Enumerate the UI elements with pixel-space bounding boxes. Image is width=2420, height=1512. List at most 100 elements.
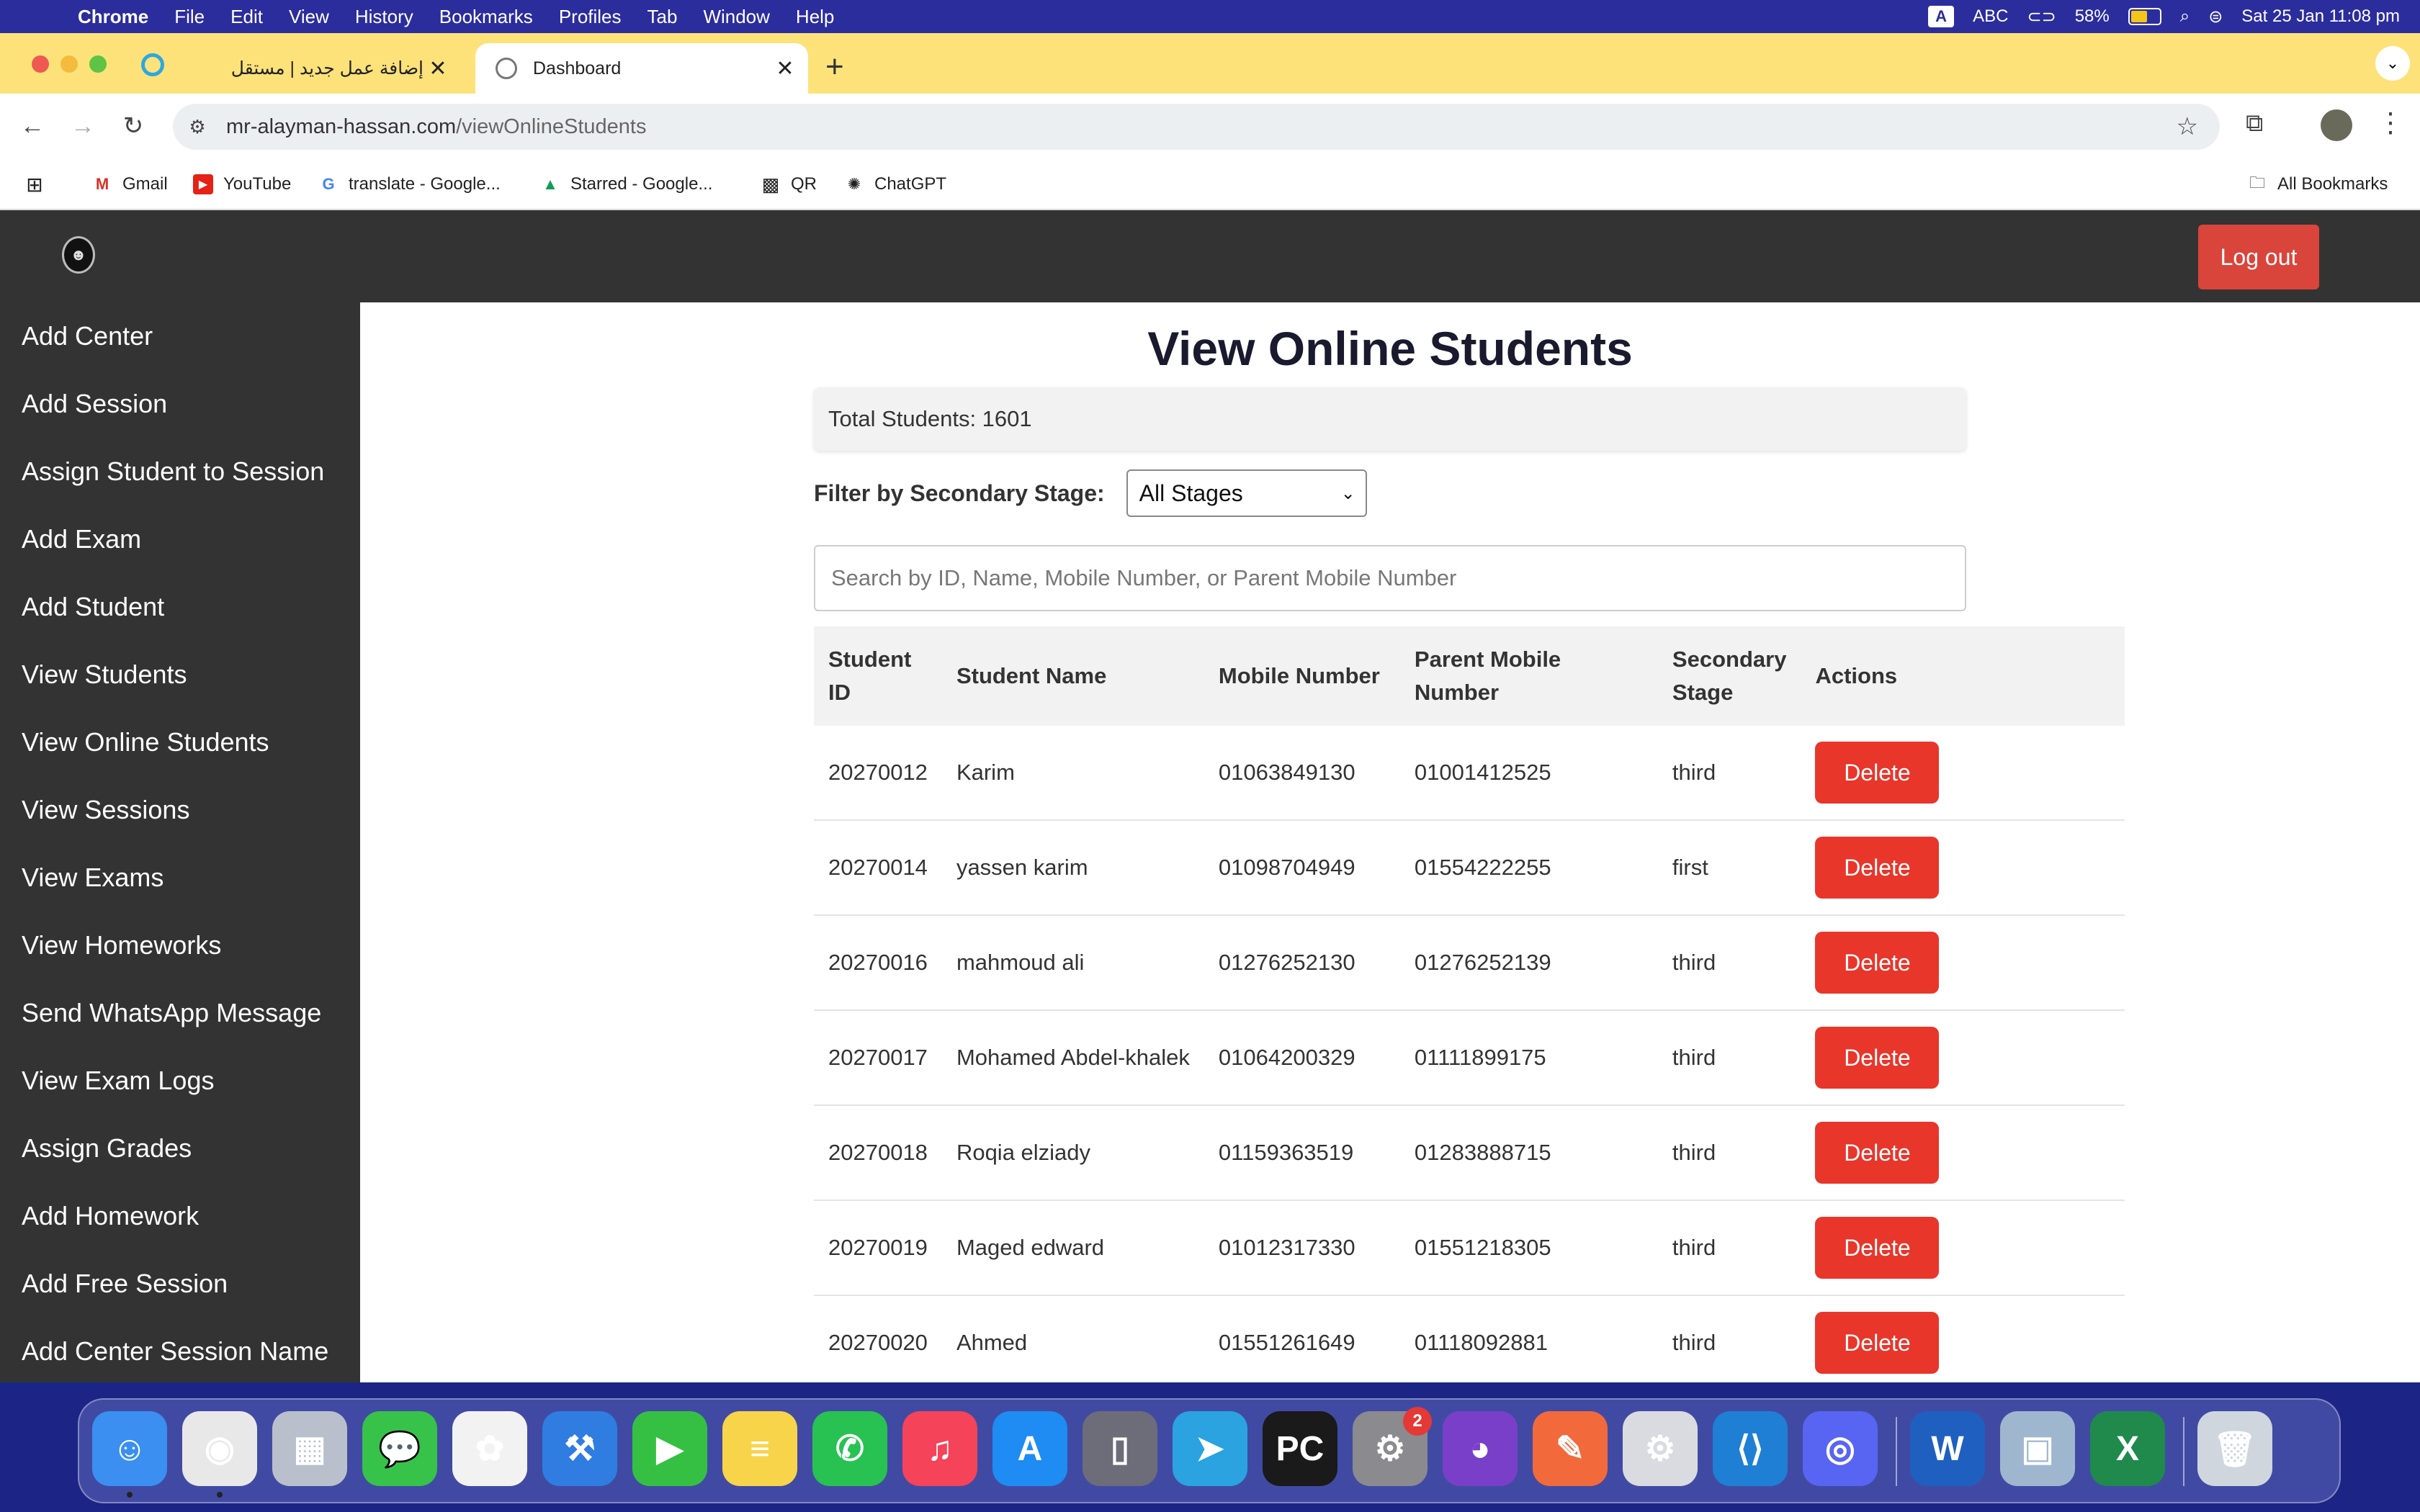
back-icon[interactable]: ← [14,108,50,144]
delete-button[interactable]: Delete [1815,837,1940,899]
sidebar-item-add-homework[interactable]: Add Homework [0,1182,360,1250]
menu-history[interactable]: History [355,6,413,28]
sidebar-item-add-exam[interactable]: Add Exam [0,505,360,573]
sidebar-item-view-sessions[interactable]: View Sessions [0,776,360,844]
delete-button[interactable]: Delete [1815,1217,1940,1279]
menu-app-name[interactable]: Chrome [78,6,148,28]
excel-icon[interactable]: X [2090,1411,2165,1486]
reload-icon[interactable]: ↻ [115,108,151,144]
delete-button[interactable]: Delete [1815,742,1940,804]
bookmark-youtube[interactable]: ▶ YouTube [193,160,291,209]
chrome-icon[interactable]: ◉ [182,1411,257,1486]
sidebar-item-view-exams[interactable]: View Exams [0,844,360,912]
chatgpt-icon: ✺ [847,175,861,193]
menu-bookmarks[interactable]: Bookmarks [439,6,533,28]
preview-icon[interactable]: ▣ [2000,1411,2075,1486]
chrome-menu-icon[interactable]: ⋮ [2377,107,2404,139]
simulator-icon[interactable]: ▯ [1083,1411,1157,1486]
bookmark-qr[interactable]: ▩ QR [761,160,817,209]
facetime-icon[interactable]: ▶ [632,1411,707,1486]
window-close-button[interactable] [32,55,49,73]
input-source-badge[interactable]: A [1928,6,1955,27]
search-input[interactable] [814,545,1966,611]
finder-icon[interactable]: ☺ [92,1411,167,1486]
chevron-down-icon: ⌄ [1340,483,1355,503]
site-logo[interactable]: ☻ [62,236,95,274]
sidebar-item-view-homeworks[interactable]: View Homeworks [0,912,360,979]
menu-file[interactable]: File [174,6,205,28]
sidebar-item-send-whatsapp-message[interactable]: Send WhatsApp Message [0,979,360,1047]
launchpad-icon[interactable]: ▦ [272,1411,347,1486]
address-bar[interactable]: ⚙ mr-alayman-hassan.com/viewOnlineStuden… [173,104,2220,150]
sidebar-item-assign-grades[interactable]: Assign Grades [0,1115,360,1182]
xcode-icon[interactable]: ⚒ [542,1411,617,1486]
pycharm-icon[interactable]: PC [1263,1411,1337,1486]
forward-icon[interactable]: → [65,108,101,144]
table-row: 20270016 mahmoud ali 01276252130 0127625213… [814,915,2125,1011]
control-center-icon[interactable]: ⊜ [2208,6,2223,27]
close-tab-icon[interactable]: ✕ [424,56,452,81]
utility-settings-icon[interactable]: ⚙ [1623,1411,1698,1486]
delete-button[interactable]: Delete [1815,1312,1940,1374]
menu-window[interactable]: Window [703,6,769,28]
page-title: View Online Students [1147,322,1633,375]
extensions-icon[interactable]: ⧉ [2246,109,2263,138]
menu-tab[interactable]: Tab [647,6,678,28]
sidebar-item-add-student[interactable]: Add Student [0,573,360,641]
word-icon[interactable]: W [1910,1411,1985,1486]
github-desktop-icon[interactable]: ◕ [1443,1411,1518,1486]
menu-edit[interactable]: Edit [230,6,263,28]
sidebar-item-add-session[interactable]: Add Session [0,370,360,438]
menu-help[interactable]: Help [796,6,834,28]
screen-mirroring-icon[interactable]: ⊂⊃ [2027,6,2056,27]
photos-icon[interactable]: ✿ [452,1411,527,1486]
menu-view[interactable]: View [289,6,329,28]
sidebar-item-assign-student-to-session[interactable]: Assign Student to Session [0,438,360,505]
tab-mostaql[interactable]: إضافة عمل جديد | مستقل ✕ [137,43,461,94]
apple-icon[interactable] [27,4,49,29]
new-tab-icon[interactable]: + [825,49,844,85]
delete-button[interactable]: Delete [1815,1027,1940,1089]
sidebar-item-view-exam-logs[interactable]: View Exam Logs [0,1047,360,1115]
delete-button[interactable]: Delete [1815,932,1940,994]
all-bookmarks[interactable]: 🗀 All Bookmarks [2247,160,2388,209]
menu-profiles[interactable]: Profiles [559,6,622,28]
sidebar-item-view-online-students[interactable]: View Online Students [0,708,360,776]
logout-button[interactable]: Log out [2198,225,2319,289]
spotlight-search-icon[interactable]: ⌕ [2180,6,2190,27]
profile-avatar[interactable] [2321,109,2352,141]
whatsapp-icon[interactable]: ✆ [812,1411,887,1486]
menu-clock[interactable]: Sat 25 Jan 11:08 pm [2241,6,2400,27]
discord-icon[interactable]: ◎ [1803,1411,1878,1486]
site-info-icon[interactable]: ⚙ [183,112,212,141]
apps-grid-icon[interactable]: ⊞ [24,160,55,209]
delete-button[interactable]: Delete [1815,1122,1940,1184]
stage-filter-select[interactable]: All Stages ⌄ [1126,469,1367,517]
system-settings-icon[interactable]: ⚙ 2 [1353,1407,1432,1486]
telegram-icon[interactable]: ➤ [1173,1411,1247,1486]
sidebar-item-add-center[interactable]: Add Center [0,302,360,370]
notes-icon[interactable]: ≡ [722,1411,797,1486]
close-tab-icon[interactable]: ✕ [771,56,799,81]
bookmark-starred[interactable]: ▲ Starred - Google... [540,160,712,209]
tab-dashboard[interactable]: Dashboard ✕ [475,43,808,94]
input-source-label[interactable]: ABC [1973,6,2008,27]
window-zoom-button[interactable] [89,55,107,73]
sidebar-item-view-students[interactable]: View Students [0,641,360,708]
sidebar-item-add-center-session-name[interactable]: Add Center Session Name [0,1318,360,1382]
trash-icon[interactable]: 🗑 [2197,1411,2272,1486]
window-minimize-button[interactable] [60,55,78,73]
pencil-icon[interactable]: ✎ [1533,1411,1608,1486]
bookmark-translate[interactable]: Gtranslate - Google... [318,160,500,209]
vscode-icon[interactable]: ⟨⟩ [1713,1411,1788,1486]
sidebar-item-add-free-session[interactable]: Add Free Session [0,1250,360,1318]
app-store-icon[interactable]: A [992,1411,1067,1486]
messages-icon[interactable]: 💬 [362,1411,437,1486]
battery-percent[interactable]: 58% [2075,6,2110,27]
bookmark-chatgpt[interactable]: ✺ ChatGPT [844,160,946,209]
bookmark-gmail[interactable]: M Gmail [92,160,168,209]
battery-icon[interactable] [2128,8,2161,25]
tab-search-icon[interactable]: ⌄ [2375,46,2410,81]
music-icon[interactable]: ♫ [902,1411,977,1486]
bookmark-star-icon[interactable]: ☆ [2177,112,2198,141]
